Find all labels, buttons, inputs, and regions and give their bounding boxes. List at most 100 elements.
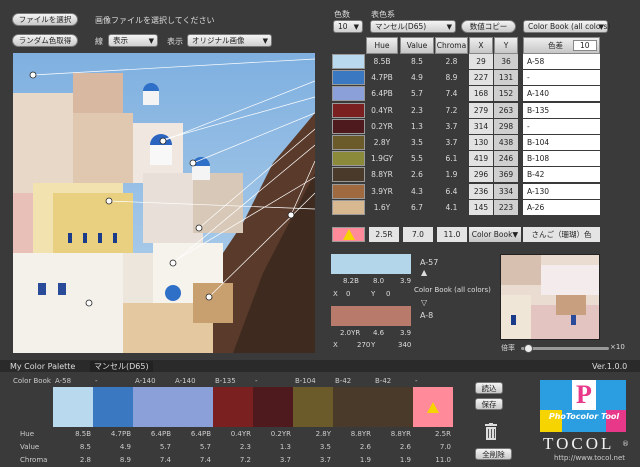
chevron-down-icon: ▼ [353, 22, 359, 31]
source-photo[interactable] [13, 53, 315, 353]
compare-bottom-x-value: 270 [357, 341, 371, 349]
compare-top-name: A-57 [420, 258, 439, 267]
row-value: 2.3 [411, 105, 423, 115]
compare-top-x-label: X [333, 290, 338, 298]
load-button[interactable]: 読込 [475, 382, 503, 394]
copy-values-button[interactable]: 数値コピー [461, 20, 516, 33]
palette-hue: 8.5B [75, 430, 91, 438]
color-row[interactable]: 8.8YR 2.6 1.9 296 369 B-42 [332, 167, 600, 183]
color-row[interactable]: 0.2YR 1.3 3.7 314 298- [332, 118, 600, 135]
row-hue: 3.9YR [371, 186, 393, 196]
display-select[interactable]: オリジナル画像 ▼ [187, 34, 272, 47]
palette-value: 7.0 [439, 443, 451, 451]
line-select[interactable]: 表示 ▼ [108, 34, 158, 47]
row-y: 152 [494, 86, 518, 102]
trash-icon[interactable] [484, 423, 498, 440]
color-book-select[interactable]: Color Book (all colors) ▼ [523, 20, 610, 33]
row-swatch[interactable] [332, 199, 365, 215]
color-row[interactable]: 1.6Y 6.7 4.1 145 223 A-26 [332, 199, 600, 216]
compare-bottom-name: A-8 [420, 311, 434, 320]
palette-swatch[interactable] [133, 387, 173, 427]
row-color-name: A-130 [523, 183, 600, 199]
line-label: 線 [95, 37, 103, 46]
color-row[interactable]: 2.8Y 3.5 3.7 130 438 B-104 [332, 135, 600, 151]
row-swatch[interactable] [332, 151, 365, 167]
row-swatch[interactable] [332, 102, 365, 118]
color-row[interactable]: 1.9GY 5.5 6.1 419 246 B-108 [332, 151, 600, 167]
selected-chroma[interactable]: 11.0 [437, 227, 467, 242]
row-color-name: - [523, 70, 600, 86]
palette-swatch[interactable] [213, 387, 253, 427]
selected-color-name: さんご（珊瑚）色 [523, 227, 600, 242]
row-swatch[interactable] [332, 118, 365, 134]
palette-swatch[interactable] [253, 387, 293, 427]
row-value: 8.5 [411, 57, 423, 66]
palette-chroma: 7.4 [199, 456, 211, 464]
color-row[interactable]: 6.4PB 5.7 7.4 168 152 A-140 [332, 86, 600, 102]
palette-swatch[interactable] [173, 387, 213, 427]
row-swatch[interactable] [332, 167, 365, 183]
palette-hue: 8.8YR [390, 430, 411, 438]
delete-all-button[interactable]: 全削除 [475, 448, 512, 460]
version-label: Ver.1.0.0 [592, 362, 628, 371]
palette-chroma: 1.9 [399, 456, 411, 464]
color-count-select[interactable]: 10 ▼ [333, 20, 363, 33]
delta-value[interactable]: 10 [573, 40, 597, 51]
zoom-slider-thumb[interactable] [524, 344, 534, 353]
selected-hue[interactable]: 2.5R [369, 227, 399, 242]
palette-book: - [255, 377, 258, 385]
row-x: 419 [469, 151, 493, 167]
brand-url[interactable]: http://www.tocol.net [554, 454, 625, 462]
palette-book: B-104 [295, 377, 316, 385]
random-color-button[interactable]: ランダム色取得 [12, 34, 78, 47]
save-button[interactable]: 保存 [475, 398, 503, 410]
compare-top-v1: 8.2B [343, 277, 359, 285]
row-x: 29 [469, 54, 493, 69]
palette-swatch[interactable] [293, 387, 333, 427]
row-y: 131 [494, 70, 518, 86]
palette-swatch[interactable] [53, 387, 93, 427]
palette-system: マンセル(D65) [90, 361, 153, 372]
row-y: 246 [494, 151, 518, 167]
color-row[interactable]: 8.5B 8.5 2.8 29 36 A-58 [332, 54, 600, 70]
color-system-select[interactable]: マンセル(D65) ▼ [370, 20, 456, 33]
row-chroma: 7.2 [445, 105, 458, 115]
tocol-wordmark: TOCOL [543, 434, 615, 453]
row-swatch[interactable] [332, 70, 365, 86]
palette-label-value: Value [20, 443, 40, 451]
line-select-value: 表示 [113, 36, 128, 45]
palette-swatch[interactable] [373, 387, 413, 427]
row-swatch[interactable] [332, 86, 365, 102]
row-hue: 0.4YR [371, 105, 393, 115]
palette-hue: 6.4PB [150, 430, 171, 438]
palette-chroma: 1.9 [359, 456, 371, 464]
row-x: 168 [469, 86, 493, 102]
palette-swatch[interactable] [333, 387, 373, 427]
zoom-preview-scene [501, 255, 599, 339]
row-chroma: 3.7 [445, 138, 458, 147]
palette-value: 8.5 [79, 443, 91, 451]
selected-swatch[interactable] [332, 227, 365, 242]
selected-color-row[interactable]: 2.5R 7.0 11.0 Color Book▼ さんご（珊瑚）色 [332, 227, 600, 243]
row-swatch[interactable] [332, 135, 365, 150]
select-file-button[interactable]: ファイルを選択 [12, 13, 78, 26]
color-row[interactable]: 0.4YR 2.3 7.2 279 263 B-135 [332, 102, 600, 119]
row-y: 36 [494, 54, 518, 69]
palette-chroma: 8.9 [119, 456, 131, 464]
zoom-slider-track[interactable] [521, 344, 609, 353]
row-swatch[interactable] [332, 183, 365, 199]
palette-book: B-135 [215, 377, 236, 385]
row-value: 1.3 [411, 121, 423, 131]
color-book-dropdown[interactable]: Color Book▼ [469, 227, 521, 242]
color-row[interactable]: 4.7PB 4.9 8.9 227 131- [332, 70, 600, 86]
row-swatch[interactable] [332, 54, 365, 69]
col-delta: 色差 10 [523, 37, 600, 54]
warning-icon [342, 229, 355, 240]
logo-p-letter: P [572, 380, 596, 410]
color-row[interactable]: 3.9YR 4.3 6.4 236 334 A-130 [332, 183, 600, 200]
palette-value: 2.6 [399, 443, 411, 451]
palette-swatch[interactable] [93, 387, 133, 427]
selected-value[interactable]: 7.0 [403, 227, 433, 242]
palette-swatch[interactable] [413, 387, 453, 427]
row-y: 438 [494, 135, 518, 150]
